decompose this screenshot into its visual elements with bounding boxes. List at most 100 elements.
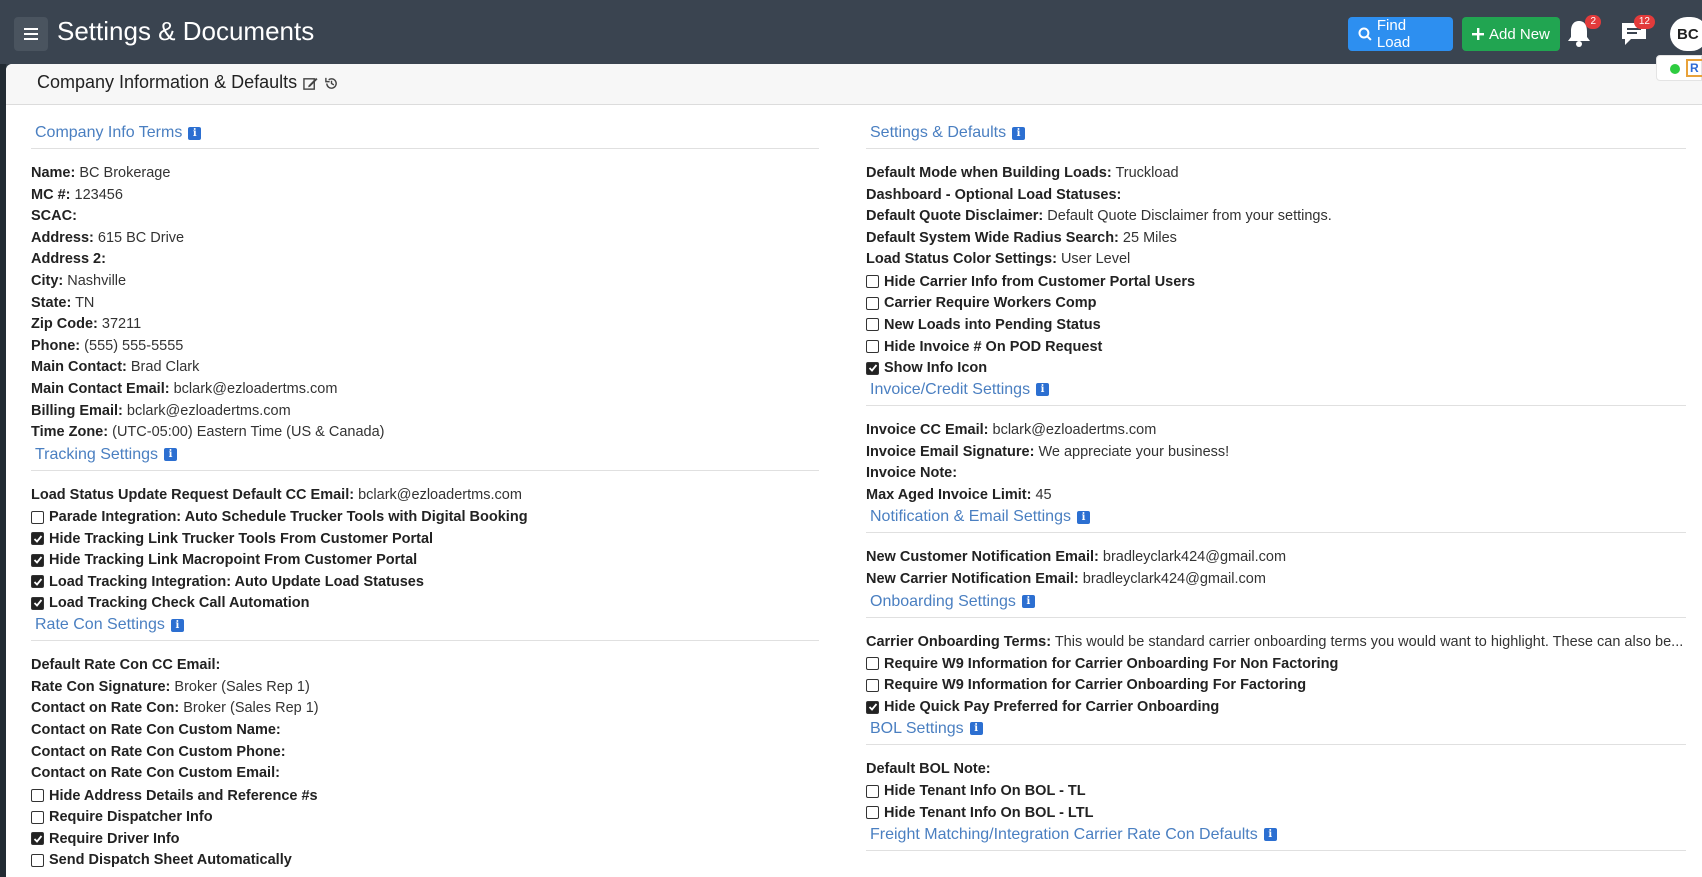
checkbox-row-parade-integration-auto-schedule-trucker-tools-with-digital-booking[interactable]: Parade Integration: Auto Schedule Trucke… (31, 506, 819, 528)
invoice-section-title: Invoice/Credit Settings i (866, 379, 1686, 401)
page-title: Settings & Documents (57, 16, 315, 46)
section-divider (31, 640, 819, 642)
info-icon[interactable]: i (164, 448, 178, 462)
checkbox-row-hide-invoice-on-pod-request[interactable]: Hide Invoice # On POD Request (866, 336, 1686, 358)
setting-row-main-contact: Main Contact: Brad Clark (31, 357, 819, 379)
checkbox-checked[interactable] (31, 575, 44, 589)
setting-value: bclark@ezloadertms.com (126, 402, 291, 419)
checkbox-row-hide-tracking-link-macropoint-from-customer-portal[interactable]: Hide Tracking Link Macropoint From Custo… (31, 550, 819, 572)
setting-row-phone: Phone: (555) 555-5555 (31, 336, 819, 358)
info-icon[interactable]: i (1263, 828, 1277, 842)
setting-value: TN (75, 294, 95, 311)
setting-label: Contact on Rate Con Custom Email: (31, 765, 280, 782)
checkbox-row-hide-tenant-info-on-bol-tl[interactable]: Hide Tenant Info On BOL - TL (866, 780, 1686, 802)
checkbox-row-require-w9-information-for-carrier-onboarding-for-non-factoring[interactable]: Require W9 Information for Carrier Onboa… (866, 653, 1686, 675)
checkbox-unchecked[interactable] (866, 657, 879, 671)
avatar[interactable]: BC (1670, 17, 1702, 51)
history-icon[interactable] (324, 76, 339, 91)
checkbox-row-load-tracking-check-call-automation[interactable]: Load Tracking Check Call Automation (31, 593, 819, 615)
checkbox-checked[interactable] (31, 532, 44, 546)
checkbox-label: Require Dispatcher Info (49, 809, 213, 826)
setting-row-contact-on-rate-con-custom-phone: Contact on Rate Con Custom Phone: (31, 742, 819, 764)
info-icon[interactable]: i (1076, 510, 1090, 524)
checkbox-unchecked[interactable] (866, 340, 879, 354)
setting-value: Broker (Sales Rep 1) (174, 678, 310, 695)
checkbox-checked[interactable] (31, 553, 44, 567)
info-icon[interactable]: i (1012, 126, 1026, 140)
messages-button[interactable]: 12 (1619, 15, 1655, 48)
checkbox-row-require-driver-info[interactable]: Require Driver Info (31, 828, 819, 850)
checkbox-row-require-w9-information-for-carrier-onboarding-for-factoring[interactable]: Require W9 Information for Carrier Onboa… (866, 675, 1686, 697)
notification-section-label: Notification & Email Settings (870, 508, 1071, 526)
checkbox-row-show-info-icon[interactable]: Show Info Icon (866, 357, 1686, 379)
checkbox-checked[interactable] (31, 832, 44, 846)
checkbox-row-require-dispatcher-info[interactable]: Require Dispatcher Info (31, 806, 819, 828)
checkbox-checked[interactable] (866, 700, 879, 714)
setting-label: Time Zone: (31, 424, 109, 441)
menu-button[interactable] (14, 17, 48, 51)
checkbox-unchecked[interactable] (866, 318, 879, 332)
notification-count-badge: 2 (1585, 15, 1601, 29)
search-icon (1358, 27, 1372, 41)
checkbox-row-hide-tracking-link-trucker-tools-from-customer-portal[interactable]: Hide Tracking Link Trucker Tools From Cu… (31, 528, 819, 550)
find-load-label: Find Load (1376, 17, 1411, 51)
setting-value: 615 BC Drive (97, 229, 185, 246)
checkbox-unchecked[interactable] (866, 784, 879, 798)
checkbox-row-load-tracking-integration-auto-update-load-statuses[interactable]: Load Tracking Integration: Auto Update L… (31, 571, 819, 593)
setting-value: Nashville (67, 272, 127, 289)
setting-label: Contact on Rate Con Custom Phone: (31, 743, 286, 760)
checkbox-row-hide-tenant-info-on-bol-ltl[interactable]: Hide Tenant Info On BOL - LTL (866, 802, 1686, 824)
setting-row-invoice-cc-email: Invoice CC Email: bclark@ezloadertms.com (866, 420, 1686, 442)
info-icon[interactable]: i (170, 618, 184, 632)
checkbox-unchecked[interactable] (866, 296, 879, 310)
message-count-badge: 12 (1633, 15, 1655, 29)
notification-section-title: Notification & Email Settings i (866, 506, 1686, 528)
setting-label: MC #: (31, 186, 71, 203)
side-widget[interactable]: R (1656, 55, 1702, 81)
checkbox-unchecked[interactable] (866, 275, 879, 289)
setting-value: BC Brokerage (79, 165, 171, 181)
checkbox-unchecked[interactable] (31, 789, 44, 803)
checkbox-row-send-dispatch-sheet-automatically[interactable]: Send Dispatch Sheet Automatically (31, 850, 819, 872)
panel-title: Company Information & Defaults (37, 72, 298, 92)
info-icon[interactable]: i (1021, 595, 1035, 608)
checkbox-unchecked[interactable] (31, 510, 44, 524)
setting-label: Max Aged Invoice Limit: (866, 486, 1032, 503)
setting-label: City: (31, 272, 64, 289)
setting-label: Invoice Email Signature: (866, 443, 1035, 460)
checkbox-row-carrier-require-workers-comp[interactable]: Carrier Require Workers Comp (866, 293, 1686, 315)
checkbox-unchecked[interactable] (866, 678, 879, 692)
checkbox-unchecked[interactable] (866, 806, 879, 820)
checkbox-unchecked[interactable] (31, 810, 44, 824)
right-column: Settings & Defaults i Default Mode when Bu… (866, 122, 1686, 865)
setting-label: Billing Email: (31, 402, 123, 419)
add-new-button[interactable]: Add New (1462, 17, 1560, 51)
setting-value: bclark@ezloadertms.com (173, 380, 338, 397)
checkbox-label: Hide Address Details and Reference #s (49, 787, 318, 804)
checkbox-row-new-loads-into-pending-status[interactable]: New Loads into Pending Status (866, 314, 1686, 336)
checkbox-label: Load Tracking Check Call Automation (49, 595, 310, 612)
find-load-button[interactable]: Find Load (1348, 17, 1453, 51)
add-new-label: Add New (1489, 25, 1550, 43)
checkbox-row-hide-quick-pay-preferred-for-carrier-onboarding[interactable]: Hide Quick Pay Preferred for Carrier Onb… (866, 696, 1686, 718)
checkbox-checked[interactable] (866, 361, 879, 375)
checkbox-checked[interactable] (31, 596, 44, 610)
info-icon[interactable]: i (188, 126, 202, 140)
setting-row-max-aged-invoice-limit: Max Aged Invoice Limit: 45 (866, 485, 1686, 507)
setting-value: This would be standard carrier onboardin… (1054, 633, 1684, 650)
info-icon[interactable]: i (969, 722, 983, 736)
setting-row-contact-on-rate-con: Contact on Rate Con: Broker (Sales Rep 1… (31, 698, 819, 720)
setting-row-city: City: Nashville (31, 271, 819, 293)
checkbox-unchecked[interactable] (31, 853, 44, 867)
checkbox-label: Load Tracking Integration: Auto Update L… (49, 573, 424, 590)
plus-icon (1472, 28, 1484, 40)
checkbox-row-hide-carrier-info-from-customer-portal-users[interactable]: Hide Carrier Info from Customer Portal U… (866, 271, 1686, 293)
setting-value: We appreciate your business! (1038, 443, 1230, 460)
checkbox-row-hide-address-details-and-reference-s[interactable]: Hide Address Details and Reference #s (31, 785, 819, 807)
notifications-button[interactable]: 2 (1565, 15, 1601, 48)
edit-icon[interactable] (303, 76, 318, 91)
checkbox-label: Parade Integration: Auto Schedule Trucke… (49, 509, 528, 526)
checkbox-label: New Loads into Pending Status (884, 316, 1101, 333)
info-icon[interactable]: i (1036, 383, 1050, 397)
setting-row-main-contact-email: Main Contact Email: bclark@ezloadertms.c… (31, 379, 819, 401)
